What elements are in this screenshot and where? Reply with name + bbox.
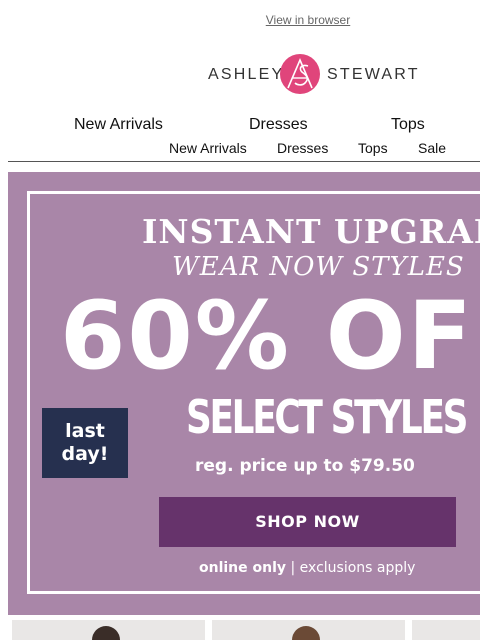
shop-now-button[interactable]: SHOP NOW	[159, 497, 456, 547]
footnote-exclusions: exclusions apply	[299, 560, 416, 576]
nav-dresses[interactable]: Dresses	[249, 116, 308, 134]
nav-divider	[8, 161, 480, 162]
banner-footnote: online only | exclusions apply	[199, 560, 415, 576]
product-thumbnail[interactable]	[12, 620, 205, 640]
logo-text-left: ASHLEY	[208, 66, 285, 83]
logo-monogram-icon	[280, 54, 320, 94]
discount-text: 60% OFF	[60, 282, 480, 391]
badge-line-2: day!	[61, 443, 109, 465]
nav-new-arrivals[interactable]: New Arrivals	[74, 116, 163, 134]
footnote-online-only: online only	[199, 560, 287, 576]
promo-banner[interactable]: INSTANT UPGRADE WEAR NOW STYLES 60% OFF …	[8, 172, 480, 615]
banner-subheadline: WEAR NOW STYLES	[172, 252, 465, 282]
logo-text-right: STEWART	[327, 66, 420, 83]
badge-line-1: last	[65, 420, 105, 442]
banner-headline: INSTANT UPGRADE	[142, 212, 480, 251]
regular-price-text: reg. price up to $79.50	[195, 456, 415, 476]
footnote-separator: |	[290, 560, 296, 576]
product-thumbnail[interactable]	[412, 620, 480, 640]
secondary-nav: New Arrivals Dresses Tops Sale	[0, 140, 480, 156]
subnav-dresses[interactable]: Dresses	[277, 140, 328, 156]
model-photo	[92, 626, 120, 640]
model-photo	[292, 626, 320, 640]
view-in-browser-link[interactable]: View in browser	[0, 13, 480, 27]
nav-tops[interactable]: Tops	[391, 116, 425, 134]
brand-logo[interactable]: ASHLEY STEWART	[208, 52, 418, 96]
subnav-tops[interactable]: Tops	[358, 140, 388, 156]
subnav-sale[interactable]: Sale	[418, 140, 446, 156]
product-thumbnail[interactable]	[212, 620, 405, 640]
select-styles-text: SELECT STYLES	[186, 390, 468, 444]
subnav-new-arrivals[interactable]: New Arrivals	[169, 140, 247, 156]
last-day-badge: last day!	[42, 408, 128, 478]
primary-nav: New Arrivals Dresses Tops	[0, 116, 480, 136]
